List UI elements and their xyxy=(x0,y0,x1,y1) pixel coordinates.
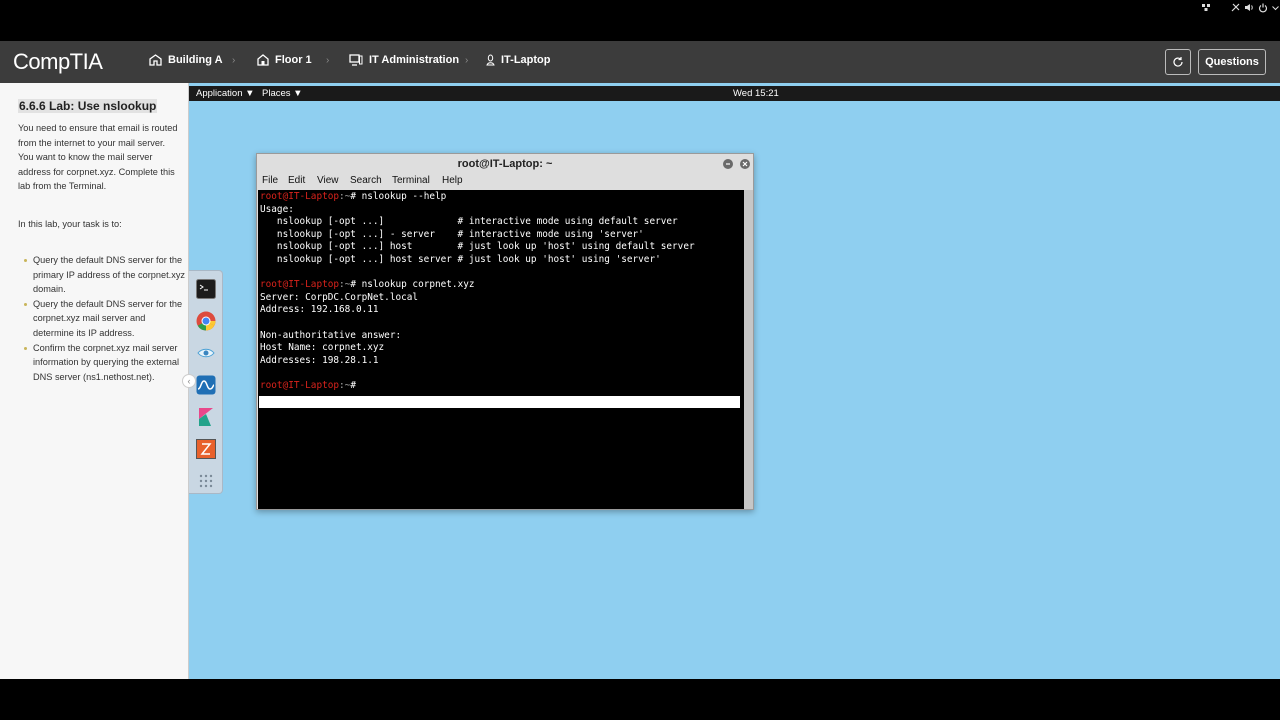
output-line: nslookup [-opt ...] - server # interacti… xyxy=(260,228,644,240)
system-tray xyxy=(1201,0,1279,15)
terminal-menubar: File Edit View Search Terminal Help xyxy=(257,174,753,190)
prompt-line: root@IT-Laptop:~# nslookup corpnet.xyz xyxy=(260,279,475,291)
task-item: Confirm the corpnet.xyz mail server info… xyxy=(18,341,186,385)
prompt-line: root@IT-Laptop:~# nslookup --help xyxy=(260,191,447,202)
refresh-icon xyxy=(1173,57,1183,67)
breadcrumb-separator: › xyxy=(326,55,330,66)
collapse-panel-button[interactable]: ‹ xyxy=(182,374,196,388)
clock[interactable]: Wed 15:21 xyxy=(733,88,779,99)
letterbox-top xyxy=(0,0,1280,41)
output-line: nslookup [-opt ...] host # just look up … xyxy=(260,241,695,253)
letterbox-bottom xyxy=(0,679,1280,720)
places-menu[interactable]: Places ▼ xyxy=(262,88,303,99)
task-list: Query the default DNS server for the pri… xyxy=(18,253,186,384)
output-line: Usage: xyxy=(260,203,294,215)
breadcrumb-building-a[interactable]: Building A xyxy=(149,54,223,66)
linux-icon xyxy=(486,54,495,66)
network-icon[interactable] xyxy=(1201,3,1211,12)
terminal-window[interactable]: root@IT-Laptop: ~ File Edit View Search … xyxy=(256,153,754,510)
comptia-logo: CompTIA xyxy=(13,49,103,74)
computer-icon xyxy=(349,54,363,66)
app-header: CompTIA Building A › Floor 1 › IT Admini… xyxy=(0,41,1280,83)
app-grid-icon[interactable] xyxy=(196,471,216,491)
refresh-button[interactable] xyxy=(1165,49,1191,75)
volume-icon[interactable] xyxy=(1244,3,1254,12)
breadcrumb-separator: › xyxy=(232,55,236,66)
close-icon xyxy=(742,161,748,167)
kibana-icon[interactable] xyxy=(196,407,216,427)
terminal-icon[interactable] xyxy=(196,279,216,299)
output-line: Server: CorpDC.CorpNet.local xyxy=(260,291,419,303)
menu-terminal[interactable]: Terminal xyxy=(392,175,430,186)
lab-intro: You need to ensure that email is routed … xyxy=(18,123,178,192)
output-line: Addresses: 198.28.1.1 xyxy=(260,354,379,366)
output-line: nslookup [-opt ...] # interactive mode u… xyxy=(260,216,678,228)
minimize-icon xyxy=(726,163,730,165)
questions-button[interactable]: Questions xyxy=(1198,49,1266,75)
application-menu[interactable]: Application ▼ xyxy=(196,88,255,99)
menu-file[interactable]: File xyxy=(262,175,278,186)
terminal-output[interactable]: root@IT-Laptop:~# nslookup --help Usage: … xyxy=(258,190,744,509)
breadcrumb-label: Floor 1 xyxy=(275,54,312,66)
minimize-button[interactable] xyxy=(723,159,733,169)
accessibility-icon[interactable] xyxy=(1231,3,1240,12)
eye-icon[interactable] xyxy=(196,343,216,363)
output-line: nslookup [-opt ...] host server # just l… xyxy=(260,253,661,265)
breadcrumb-separator: › xyxy=(465,55,469,66)
menu-search[interactable]: Search xyxy=(350,175,382,186)
output-line: Address: 192.168.0.11 xyxy=(260,304,379,316)
task-intro: In this lab, your task is to: xyxy=(18,219,122,229)
breadcrumb-label: IT-Laptop xyxy=(501,54,551,66)
wireshark-icon[interactable] xyxy=(196,375,216,395)
breadcrumb-floor-1[interactable]: Floor 1 xyxy=(257,54,312,66)
menu-edit[interactable]: Edit xyxy=(288,175,305,186)
prompt-line: root@IT-Laptop:~# xyxy=(260,379,356,391)
window-title: root@IT-Laptop: ~ xyxy=(457,158,553,170)
breadcrumb-it-laptop[interactable]: IT-Laptop xyxy=(486,54,551,66)
task-item: Query the default DNS server for the cor… xyxy=(18,297,186,341)
floor-icon xyxy=(257,54,269,66)
breadcrumb-it-administration[interactable]: IT Administration xyxy=(349,54,459,66)
task-item: Query the default DNS server for the pri… xyxy=(18,253,186,297)
close-button[interactable] xyxy=(740,159,750,169)
lab-title: 6.6.6 Lab: Use nslookup xyxy=(18,99,158,113)
breadcrumb-label: Building A xyxy=(168,54,223,66)
output-line: Non-authoritative answer: xyxy=(260,329,402,341)
building-icon xyxy=(149,54,162,66)
chrome-icon[interactable] xyxy=(196,311,216,331)
terminal-scrollbar[interactable] xyxy=(744,190,753,509)
selection-highlight xyxy=(259,396,740,408)
power-icon[interactable] xyxy=(1258,3,1268,13)
output-line: Host Name: corpnet.xyz xyxy=(260,342,385,354)
terminal-lines: root@IT-Laptop:~# nslookup --help Usage: … xyxy=(260,191,695,393)
lab-instructions-panel: 6.6.6 Lab: Use nslookup You need to ensu… xyxy=(0,83,189,679)
menu-view[interactable]: View xyxy=(317,175,339,186)
gnome-top-bar: Application ▼ Places ▼ Wed 15:21 xyxy=(189,86,1280,101)
breadcrumb-label: IT Administration xyxy=(369,54,460,66)
menu-help[interactable]: Help xyxy=(442,175,463,186)
burp-icon[interactable] xyxy=(196,439,216,459)
chevron-down-icon[interactable] xyxy=(1272,5,1279,11)
